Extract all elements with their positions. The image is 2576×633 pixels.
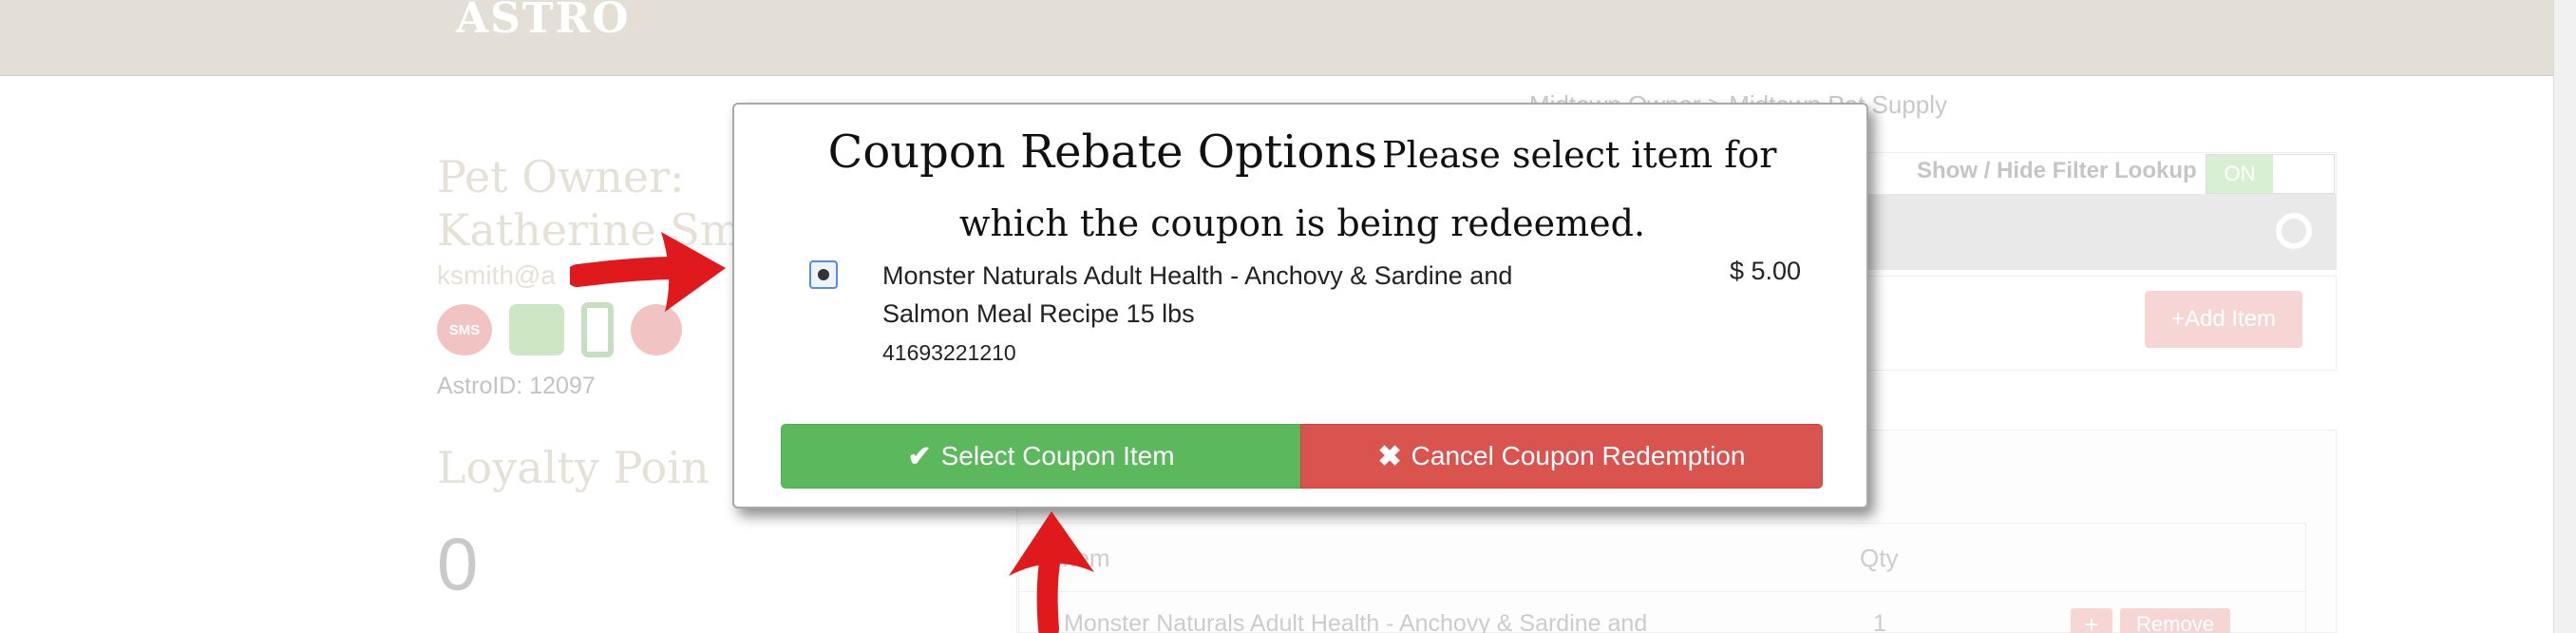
add-item-button[interactable]: + Add Item [2145, 291, 2302, 348]
cancel-coupon-redemption-button[interactable]: ✖ Cancel Coupon Redemption [1300, 424, 1823, 489]
coupon-item-price: $ 5.00 [1730, 257, 1802, 285]
select-coupon-item-button[interactable]: ✔ Select Coupon Item [781, 424, 1301, 489]
mail-icon[interactable] [509, 304, 564, 355]
increase-qty-button[interactable]: + [2071, 608, 2112, 633]
remove-item-button[interactable]: Remove [2120, 608, 2230, 633]
plus-icon: + [2170, 306, 2185, 332]
check-icon: ✔ [907, 440, 932, 472]
table-header-qty: Qty [1860, 544, 1899, 572]
modal-title: Coupon Rebate Options Please select item… [772, 122, 1832, 261]
table-row-qty: 1 [1873, 610, 1886, 633]
red-arrow-up-annotation-icon [1009, 511, 1094, 633]
red-arrow-right-annotation-icon [570, 232, 726, 312]
item-radio-selected[interactable] [809, 260, 838, 289]
table-row-item-name: Monster Naturals Adult Health - Anchovy … [1064, 610, 1648, 633]
select-coupon-item-label: Select Coupon Item [940, 441, 1175, 470]
owner-email[interactable]: ksmith@a [437, 260, 556, 291]
table-divider [1018, 591, 2306, 592]
coupon-item-upc: 41693221210 [882, 340, 1016, 365]
astro-logo[interactable]: ASTRO [456, 0, 631, 40]
loyalty-points-heading: Loyalty Poin [437, 442, 710, 493]
astro-id: AstroID: 12097 [437, 373, 596, 399]
close-icon: ✖ [1377, 440, 1402, 472]
modal-title-main: Coupon Rebate Options [827, 125, 1377, 179]
coupon-item-name: Monster Naturals Adult Health - Anchovy … [882, 261, 1513, 328]
filter-lookup-label: Show / Hide Filter Lookup [1917, 158, 2197, 183]
search-bar[interactable] [1786, 194, 2337, 270]
sms-icon[interactable]: SMS [437, 304, 492, 355]
cancel-coupon-redemption-label: Cancel Coupon Redemption [1411, 441, 1746, 470]
pet-owner-label: Pet Owner: [437, 151, 685, 202]
page-scrollbar[interactable] [2553, 0, 2576, 633]
top-navbar: ASTRO [0, 0, 2576, 76]
toggle-on-label: ON [2207, 155, 2273, 193]
loyalty-points-value: 0 [437, 522, 479, 605]
search-icon[interactable] [2276, 213, 2312, 249]
add-item-label: Add Item [2184, 306, 2277, 332]
filter-toggle[interactable]: ON [2206, 154, 2335, 194]
radio-dot-icon [818, 269, 829, 280]
coupon-rebate-modal: Coupon Rebate Options Please select item… [732, 103, 1868, 508]
